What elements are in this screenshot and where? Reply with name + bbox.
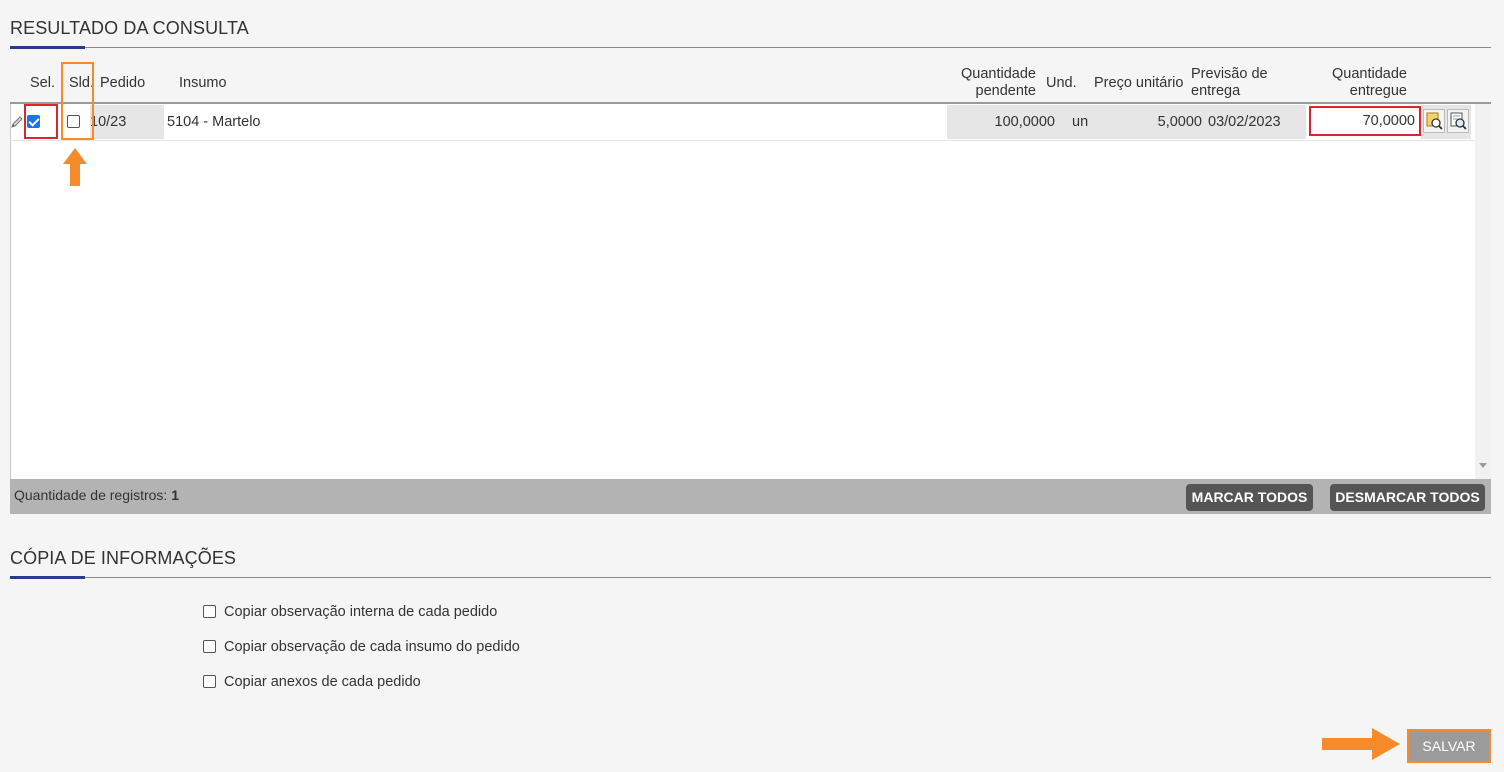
record-count-label: Quantidade de registros:: [14, 487, 168, 503]
record-count-value: 1: [171, 487, 180, 503]
results-section-rule: [10, 47, 1491, 48]
copy-option-attachments[interactable]: Copiar anexos de cada pedido: [203, 674, 421, 690]
header-qtd-entregue-line2: entregue: [1349, 83, 1407, 99]
results-section-title: RESULTADO DA CONSULTA: [10, 18, 249, 38]
search-document-icon: [1450, 112, 1467, 130]
qtd-pendente-cell: 100,0000: [994, 114, 1055, 130]
header-previsao-line2: entrega: [1191, 83, 1241, 99]
unmark-all-button[interactable]: DESMARCAR TODOS: [1330, 484, 1485, 511]
copy-internal-notes-checkbox[interactable]: [203, 605, 216, 618]
copy-internal-notes-label: Copiar observação interna de cada pedido: [224, 604, 498, 620]
copy-item-notes-checkbox[interactable]: [203, 640, 216, 653]
pencil-icon[interactable]: [10, 114, 24, 130]
header-previsao: Previsão de entrega: [1191, 66, 1268, 100]
row-action-2-button[interactable]: [1447, 109, 1469, 133]
orange-up-arrow-icon: [63, 148, 87, 186]
header-pedido: Pedido: [100, 75, 146, 91]
row-action-1-button[interactable]: [1423, 109, 1445, 133]
grid-scrollbar[interactable]: [1475, 104, 1491, 479]
copy-section-rule: [10, 577, 1491, 578]
header-qtd-entregue-line1: Quantidade: [1332, 66, 1407, 82]
header-preco: Preço unitário: [1094, 75, 1184, 91]
grid-header: Sel. Sld. Pedido Insumo Quantidade pende…: [10, 62, 1491, 102]
header-qtd-pendente-line2: pendente: [975, 83, 1036, 99]
header-previsao-line1: Previsão de: [1191, 66, 1268, 82]
search-folder-icon: [1426, 112, 1443, 130]
save-button[interactable]: SALVAR: [1407, 729, 1491, 763]
copy-option-item-notes[interactable]: Copiar observação de cada insumo do pedi…: [203, 639, 520, 655]
orange-right-arrow-icon: [1322, 728, 1400, 760]
header-qtd-pendente-line1: Quantidade: [961, 66, 1036, 82]
header-qtd-pendente: Quantidade pendente: [940, 66, 1036, 100]
pedido-cell: 10/23: [90, 114, 127, 130]
scroll-down-arrow-icon[interactable]: [1479, 463, 1487, 468]
sld-highlight-box: [61, 62, 94, 140]
mark-all-button[interactable]: MARCAR TODOS: [1186, 484, 1313, 511]
insumo-cell: 5104 - Martelo: [167, 114, 261, 130]
copy-section-accent: [10, 576, 85, 579]
header-insumo: Insumo: [179, 75, 227, 91]
record-count: Quantidade de registros: 1: [14, 487, 179, 503]
header-und: Und.: [1046, 75, 1077, 91]
copy-section-title: CÓPIA DE INFORMAÇÕES: [10, 548, 237, 568]
sel-highlight-box: [24, 104, 58, 139]
table-row: 10/23 5104 - Martelo 100,0000 un 5,0000 …: [10, 104, 1475, 141]
results-section-accent: [10, 46, 85, 49]
header-qtd-entregue: Quantidade entregue: [1310, 66, 1407, 100]
preco-cell: 5,0000: [1157, 114, 1202, 130]
und-cell: un: [1072, 114, 1089, 130]
copy-attachments-label: Copiar anexos de cada pedido: [224, 674, 421, 690]
qtd-entregue-input[interactable]: 70,0000: [1309, 106, 1421, 136]
header-sel: Sel.: [30, 75, 55, 91]
copy-item-notes-label: Copiar observação de cada insumo do pedi…: [224, 639, 520, 655]
copy-option-internal-notes[interactable]: Copiar observação interna de cada pedido: [203, 604, 497, 620]
grid-body: [10, 104, 1476, 479]
previsao-cell: 03/02/2023: [1208, 114, 1281, 130]
copy-attachments-checkbox[interactable]: [203, 675, 216, 688]
